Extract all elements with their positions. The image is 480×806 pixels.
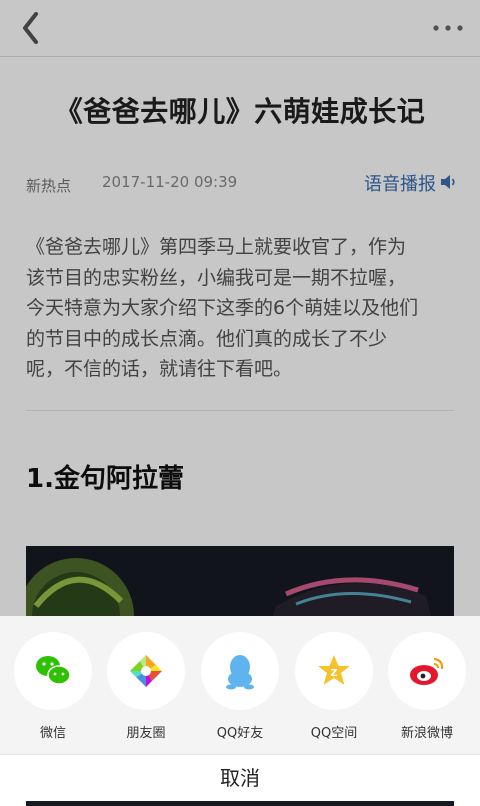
cancel-bar: 取消	[0, 754, 480, 801]
share-qq-friend[interactable]: QQ好友	[195, 632, 285, 741]
share-weibo[interactable]: 新浪微博	[382, 632, 472, 741]
share-label: 新浪微博	[400, 726, 453, 741]
share-label: 微信	[39, 726, 66, 741]
wechat-icon	[36, 656, 71, 685]
svg-text:Z: Z	[330, 668, 337, 679]
moments-icon	[130, 655, 162, 687]
weibo-icon	[410, 657, 444, 685]
share-wechat[interactable]: 微信	[8, 632, 98, 741]
share-qzone[interactable]: Z QQ空间	[289, 632, 379, 741]
share-moments[interactable]: 朋友圈	[101, 632, 191, 741]
share-label: QQ好友	[216, 726, 264, 741]
share-sheet: 微信 朋友圈 QQ好友 Z QQ空间 新浪微博 取消	[0, 616, 480, 801]
qq-icon	[226, 655, 254, 690]
share-label: QQ空间	[310, 726, 358, 741]
share-label: 朋友圈	[126, 726, 166, 741]
cancel-button[interactable]: 取消	[0, 755, 480, 801]
qzone-icon: Z	[318, 655, 350, 685]
share-options: 微信 朋友圈 QQ好友 Z QQ空间 新浪微博	[0, 632, 480, 748]
